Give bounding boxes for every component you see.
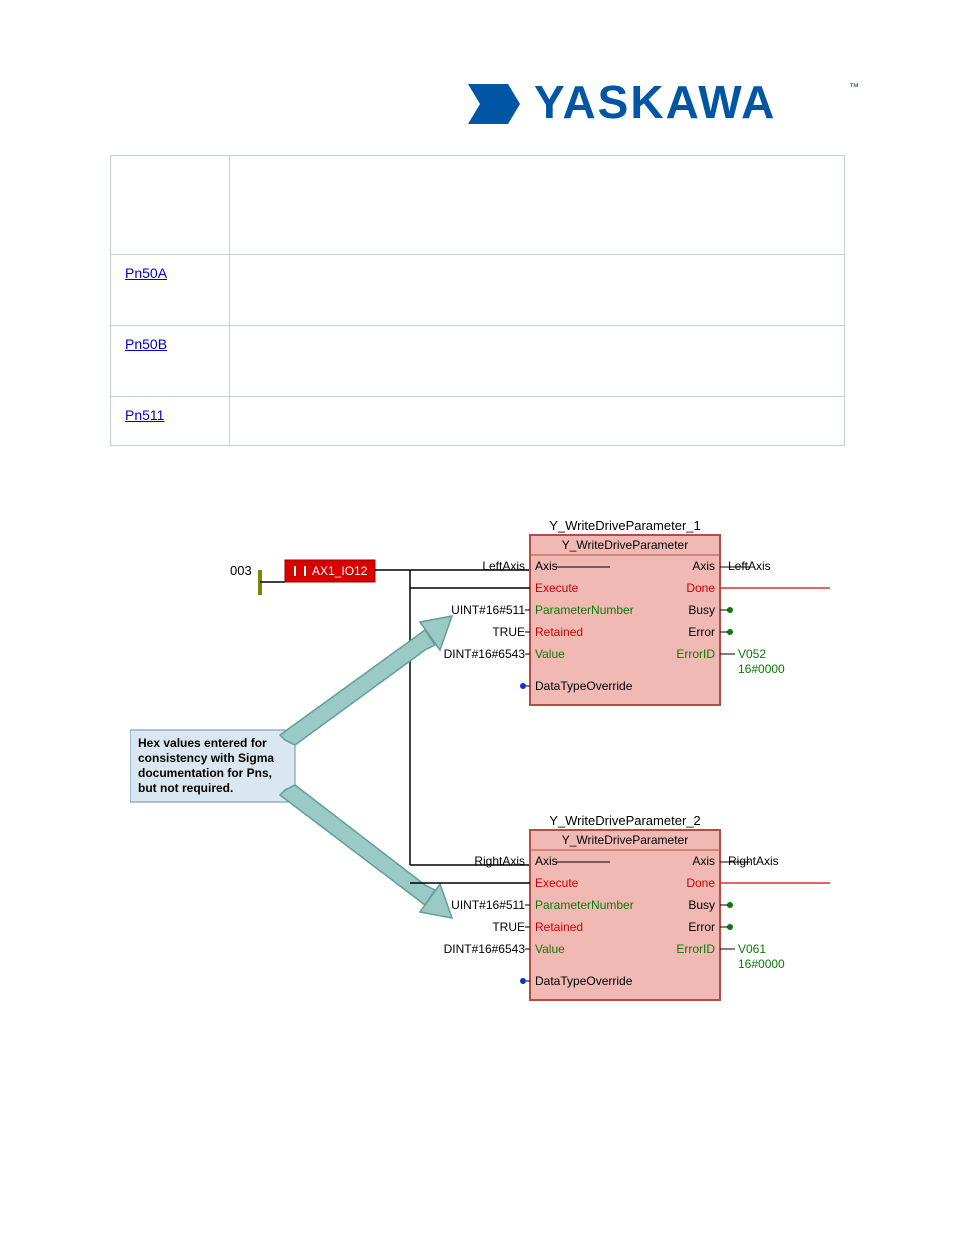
arrow-up-icon xyxy=(280,616,452,745)
svg-text:Hex values entered for: Hex values entered for xyxy=(138,736,267,750)
desc-cell-3 xyxy=(230,397,845,446)
svg-text:Axis: Axis xyxy=(535,559,558,573)
svg-text:Done: Done xyxy=(686,876,715,890)
svg-text:16#0000: 16#0000 xyxy=(738,957,785,971)
svg-text:consistency with Sigma: consistency with Sigma xyxy=(138,751,274,765)
svg-text:LeftAxis: LeftAxis xyxy=(482,559,525,573)
svg-text:TRUE: TRUE xyxy=(492,920,525,934)
svg-text:Error: Error xyxy=(688,920,715,934)
svg-text:Busy: Busy xyxy=(688,603,715,617)
svg-text:Axis: Axis xyxy=(692,559,715,573)
svg-text:UINT#16#511: UINT#16#511 xyxy=(451,898,525,912)
svg-text:ErrorID: ErrorID xyxy=(676,647,715,661)
svg-text:TRUE: TRUE xyxy=(492,625,525,639)
svg-text:but not required.: but not required. xyxy=(138,781,233,795)
svg-text:Execute: Execute xyxy=(535,876,579,890)
svg-text:Execute: Execute xyxy=(535,581,579,595)
svg-text:DataTypeOverride: DataTypeOverride xyxy=(535,974,633,988)
svg-text:Y_WriteDriveParameter: Y_WriteDriveParameter xyxy=(562,538,688,552)
svg-text:Value: Value xyxy=(535,647,565,661)
pn-cell-1: Pn50A xyxy=(111,255,230,326)
svg-text:16#0000: 16#0000 xyxy=(738,662,785,676)
desc-cell-0 xyxy=(230,156,845,255)
fb-block-1: Y_WriteDriveParameter_1 Y_WriteDrivePara… xyxy=(410,518,830,705)
svg-text:Y_WriteDriveParameter_2: Y_WriteDriveParameter_2 xyxy=(549,813,700,828)
svg-text:DINT#16#6543: DINT#16#6543 xyxy=(444,942,526,956)
svg-text:ErrorID: ErrorID xyxy=(676,942,715,956)
svg-text:Retained: Retained xyxy=(535,625,583,639)
arrow-down-icon xyxy=(280,785,452,918)
desc-cell-1 xyxy=(230,255,845,326)
rung-label: 003 xyxy=(230,563,252,578)
svg-text:Done: Done xyxy=(686,581,715,595)
svg-text:DataTypeOverride: DataTypeOverride xyxy=(535,679,633,693)
svg-text:Busy: Busy xyxy=(688,898,715,912)
svg-text:™: ™ xyxy=(849,82,859,93)
pn-cell-0 xyxy=(111,156,230,255)
svg-text:RightAxis: RightAxis xyxy=(474,854,525,868)
svg-text:ParameterNumber: ParameterNumber xyxy=(535,898,634,912)
svg-text:Y_WriteDriveParameter: Y_WriteDriveParameter xyxy=(562,833,688,847)
desc-cell-2 xyxy=(230,326,845,397)
fb-block-2: Y_WriteDriveParameter_2 Y_WriteDrivePara… xyxy=(410,813,830,1000)
svg-text:Y_WriteDriveParameter_1: Y_WriteDriveParameter_1 xyxy=(549,518,700,533)
logo-text: YASKAWA xyxy=(534,76,776,128)
svg-text:Axis: Axis xyxy=(692,854,715,868)
svg-text:Axis: Axis xyxy=(535,854,558,868)
svg-text:DINT#16#6543: DINT#16#6543 xyxy=(444,647,526,661)
svg-text:RightAxis: RightAxis xyxy=(728,854,779,868)
svg-text:Retained: Retained xyxy=(535,920,583,934)
svg-text:Value: Value xyxy=(535,942,565,956)
svg-text:Error: Error xyxy=(688,625,715,639)
ladder-diagram: 003 AX1_IO12 Hex values entered for cons… xyxy=(130,510,830,1055)
svg-text:documentation for Pns,: documentation for Pns, xyxy=(138,766,272,780)
svg-text:UINT#16#511: UINT#16#511 xyxy=(451,603,525,617)
svg-text:ParameterNumber: ParameterNumber xyxy=(535,603,634,617)
contact-label: AX1_IO12 xyxy=(312,564,368,578)
svg-text:V052: V052 xyxy=(738,647,766,661)
pn-cell-2: Pn50B xyxy=(111,326,230,397)
svg-text:LeftAxis: LeftAxis xyxy=(728,559,771,573)
svg-text:V061: V061 xyxy=(738,942,766,956)
parameter-table: Pn50A Pn50B Pn511 xyxy=(110,155,845,446)
pn-cell-3: Pn511 xyxy=(111,397,230,446)
brand-logo: YASKAWA ™ xyxy=(464,70,864,134)
